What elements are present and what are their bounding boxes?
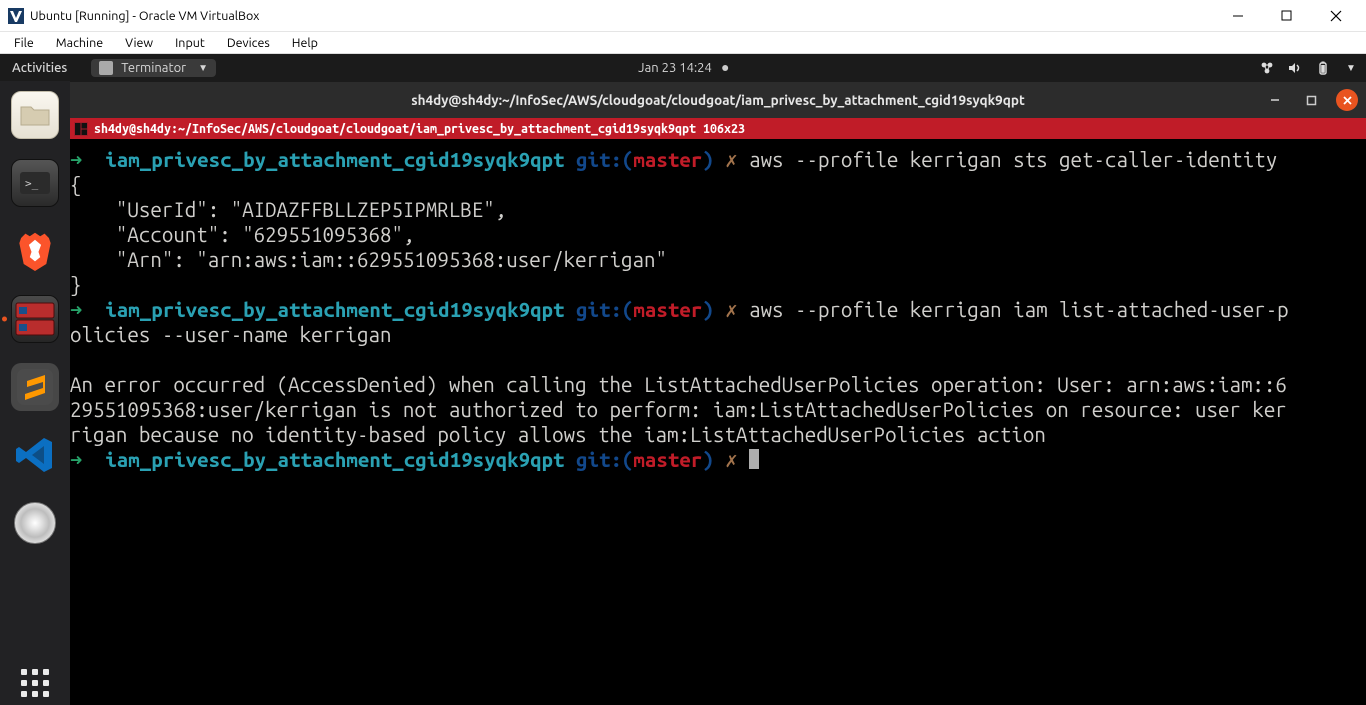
gnome-activities[interactable]: Activities: [12, 61, 67, 75]
prompt-dir-2: iam_privesc_by_attachment_cgid19syqk9qpt: [105, 298, 564, 321]
vbox-menu-help[interactable]: Help: [284, 34, 326, 52]
prompt-branch-2: master: [633, 298, 702, 321]
terminal-body[interactable]: ➜ iam_privesc_by_attachment_cgid19syqk9q…: [70, 139, 1366, 705]
host-window-title: Ubuntu [Running] - Oracle VM VirtualBox: [30, 9, 1215, 23]
dock-active-indicator: [2, 317, 7, 322]
chevron-down-icon: ▼: [198, 62, 208, 74]
prompt-git-close-3: ): [702, 448, 713, 471]
vbox-menu-view[interactable]: View: [117, 34, 161, 52]
terminal-minimize-button[interactable]: [1264, 89, 1286, 111]
power-caret-icon: ▼: [1344, 61, 1358, 75]
host-minimize-button[interactable]: [1215, 0, 1260, 32]
prompt-arrow: ➜: [70, 148, 82, 171]
dock-terminal[interactable]: >_: [11, 159, 59, 207]
vbox-menu-input[interactable]: Input: [167, 34, 213, 52]
vbox-menu-machine[interactable]: Machine: [48, 34, 111, 52]
svg-text:>_: >_: [25, 177, 39, 190]
dock-sublime[interactable]: [11, 363, 59, 411]
terminal-titlebar: sh4dy@sh4dy:~/InfoSec/AWS/cloudgoat/clou…: [70, 82, 1366, 118]
gnome-datetime: Jan 23 14:24: [638, 61, 712, 75]
prompt-arrow-3: ➜: [70, 448, 82, 471]
output-l2: "UserId": "AIDAZFFBLLZEP5IPMRLBE",: [70, 198, 506, 221]
battery-icon: [1316, 61, 1330, 75]
terminal-close-button[interactable]: [1336, 89, 1358, 111]
prompt-git-open-2: git:(: [576, 298, 633, 321]
terminator-icon: [99, 61, 113, 75]
notification-dot-icon: [722, 65, 728, 71]
gnome-dock: >_: [0, 81, 70, 705]
dock-virtualbox[interactable]: [11, 295, 59, 343]
error-l2: 29551095368:user/kerrigan is not authori…: [70, 398, 1287, 421]
command-2b: olicies --user-name kerrigan: [70, 323, 391, 346]
vbox-menu-file[interactable]: File: [6, 34, 42, 52]
dock-show-apps[interactable]: [0, 669, 70, 697]
prompt-dirty-icon-3: ✗: [725, 448, 737, 471]
prompt-dirty-icon: ✗: [725, 148, 737, 171]
terminator-tab-bar[interactable]: sh4dy@sh4dy:~/InfoSec/AWS/cloudgoat/clou…: [70, 118, 1366, 139]
host-maximize-button[interactable]: [1264, 0, 1309, 32]
cd-icon: [14, 502, 56, 544]
terminator-tab-label: sh4dy@sh4dy:~/InfoSec/AWS/cloudgoat/clou…: [94, 122, 745, 136]
gnome-app-menu[interactable]: Terminator ▼: [91, 59, 216, 77]
dock-files[interactable]: [11, 91, 59, 139]
error-l1: An error occurred (AccessDenied) when ca…: [70, 373, 1287, 396]
output-l5: }: [70, 273, 81, 296]
prompt-arrow-2: ➜: [70, 298, 82, 321]
gnome-app-name: Terminator: [121, 61, 186, 75]
prompt-dirty-icon-2: ✗: [725, 298, 737, 321]
output-l1: {: [70, 173, 81, 196]
gnome-system-tray[interactable]: ▼: [1260, 61, 1358, 75]
vbox-menu-devices[interactable]: Devices: [219, 34, 278, 52]
command-2a: aws --profile kerrigan iam list-attached…: [749, 298, 1289, 321]
guest-vm-screen: Activities Terminator ▼ Jan 23 14:24 ▼: [0, 54, 1366, 705]
prompt-git-close-2: ): [702, 298, 713, 321]
virtualbox-menubar: File Machine View Input Devices Help: [0, 32, 1366, 54]
virtualbox-icon: [8, 8, 24, 24]
terminal-window: sh4dy@sh4dy:~/InfoSec/AWS/cloudgoat/clou…: [70, 82, 1366, 705]
network-icon: [1260, 61, 1274, 75]
gnome-clock[interactable]: Jan 23 14:24: [638, 61, 728, 75]
host-window-controls: [1215, 0, 1358, 32]
terminal-maximize-button[interactable]: [1300, 89, 1322, 111]
command-1: aws --profile kerrigan sts get-caller-id…: [749, 148, 1277, 171]
gnome-top-bar: Activities Terminator ▼ Jan 23 14:24 ▼: [0, 54, 1366, 82]
error-l3: rigan because no identity-based policy a…: [70, 423, 1046, 446]
terminal-cursor: [749, 449, 759, 469]
host-close-button[interactable]: [1313, 0, 1358, 32]
prompt-dir: iam_privesc_by_attachment_cgid19syqk9qpt: [105, 148, 564, 171]
volume-icon: [1288, 61, 1302, 75]
prompt-git-open-3: git:(: [576, 448, 633, 471]
terminator-tab-icon: [74, 122, 88, 136]
output-l3: "Account": "629551095368",: [70, 223, 414, 246]
prompt-branch: master: [633, 148, 702, 171]
prompt-git-open: git:(: [576, 148, 633, 171]
prompt-branch-3: master: [633, 448, 702, 471]
dock-disc[interactable]: [11, 499, 59, 547]
terminal-title: sh4dy@sh4dy:~/InfoSec/AWS/cloudgoat/clou…: [411, 92, 1025, 108]
prompt-dir-3: iam_privesc_by_attachment_cgid19syqk9qpt: [105, 448, 564, 471]
prompt-git-close: ): [702, 148, 713, 171]
dock-brave[interactable]: [11, 227, 59, 275]
dock-vscode[interactable]: [11, 431, 59, 479]
output-l4: "Arn": "arn:aws:iam::629551095368:user/k…: [70, 248, 667, 271]
host-window-titlebar: Ubuntu [Running] - Oracle VM VirtualBox: [0, 0, 1366, 32]
